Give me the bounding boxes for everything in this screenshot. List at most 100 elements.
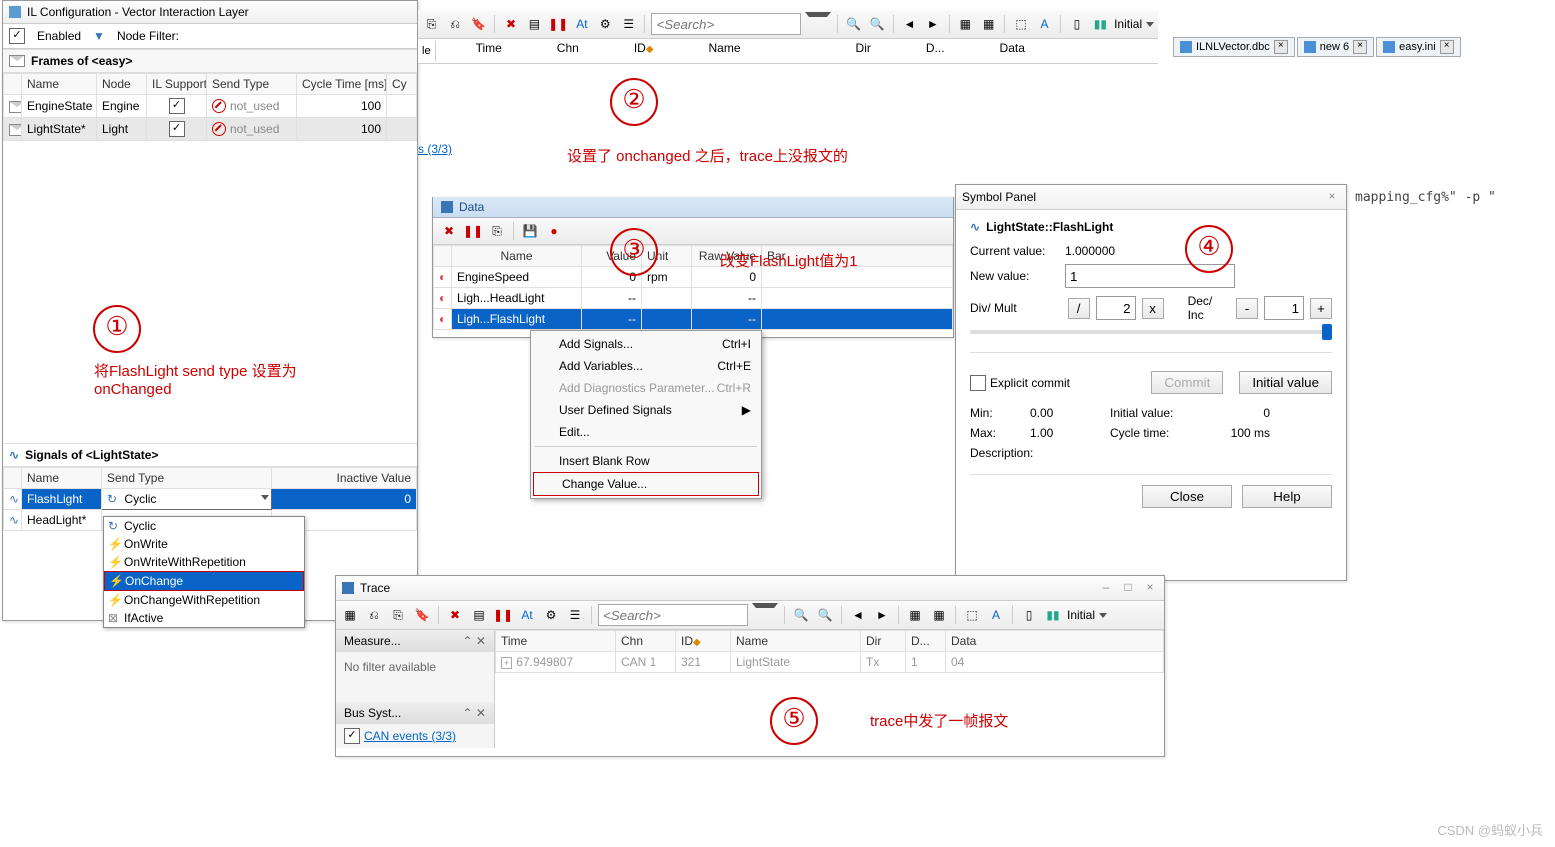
table-row[interactable]: EngineState Engine not_used 100 (4, 95, 417, 118)
sendtype-option[interactable]: ⊠IfActive (104, 609, 304, 627)
tb-icon[interactable]: ⎘ (422, 14, 441, 34)
toggle-icon[interactable]: At (572, 14, 591, 34)
col-dir[interactable]: Dir (856, 41, 871, 61)
tb-icon[interactable]: ◄ (848, 605, 868, 625)
ctx-add-signals[interactable]: Add Signals...Ctrl+I (531, 333, 761, 355)
tb-icon[interactable]: ▦ (340, 605, 360, 625)
delete-icon[interactable]: ✖ (445, 605, 465, 625)
bookmark-icon[interactable]: 🔖 (412, 605, 432, 625)
enabled-checkbox[interactable] (9, 28, 25, 44)
decinc-input[interactable] (1264, 296, 1304, 320)
col-name[interactable]: Name (731, 631, 861, 652)
copy-icon[interactable]: ⎘ (487, 221, 507, 241)
ctx-add-variables[interactable]: Add Variables...Ctrl+E (531, 355, 761, 377)
file-tab[interactable]: easy.ini× (1376, 37, 1460, 57)
sendtype-option[interactable]: ⚡OnWrite (104, 535, 304, 553)
file-tab[interactable]: ILNLVector.dbc× (1173, 37, 1295, 57)
ctx-change-value[interactable]: Change Value... (533, 472, 759, 496)
events-link[interactable]: s (3/3) (418, 142, 452, 156)
maximize-icon[interactable]: □ (1120, 580, 1136, 596)
table-row[interactable]: ◐Ligh...FlashLight---- (434, 309, 953, 330)
search-input[interactable] (651, 13, 801, 35)
record-icon[interactable]: ● (544, 221, 564, 241)
table-row[interactable]: LightState* Light not_used 100 (4, 118, 417, 141)
bussys-header[interactable]: Bus Syst...⌃ ✕ (336, 702, 494, 724)
tb-icon[interactable]: ▦ (979, 14, 998, 34)
col-d[interactable]: D... (926, 41, 945, 61)
sendtype-dropdown[interactable]: ↻Cyclic ⚡OnWrite ⚡OnWriteWithRepetition … (103, 516, 305, 628)
tb-icon[interactable]: ☰ (565, 605, 585, 625)
ctx-user-defined[interactable]: User Defined Signals▶ (531, 399, 761, 421)
close-button[interactable]: Close (1142, 485, 1232, 508)
inc-button[interactable]: + (1310, 298, 1332, 319)
close-icon[interactable]: × (1274, 40, 1288, 54)
bookmark-icon[interactable]: 🔖 (469, 14, 488, 34)
tb-icon[interactable]: ⎌ (445, 14, 464, 34)
sendtype-option-onchange[interactable]: ⚡OnChange (105, 572, 303, 590)
layout-icon[interactable]: ▯ (1067, 14, 1086, 34)
col-chn[interactable]: Chn (557, 41, 579, 61)
table-row[interactable]: ∿ FlashLight ↻ Cyclic 0 (4, 489, 417, 510)
search-dropdown[interactable] (752, 603, 778, 627)
close-icon[interactable]: × (1353, 40, 1367, 54)
tb-icon[interactable]: ▦ (956, 14, 975, 34)
col-id[interactable]: ID (634, 41, 646, 55)
find-prev-icon[interactable]: 🔍 (815, 605, 835, 625)
expand-icon[interactable]: + (501, 657, 512, 669)
tb-icon[interactable]: ► (923, 14, 942, 34)
table-row[interactable]: ◐Ligh...HeadLight---- (434, 288, 953, 309)
col-name[interactable]: Name (452, 246, 582, 267)
dropdown-icon[interactable] (1146, 22, 1154, 27)
col-data[interactable]: Data (1000, 41, 1025, 61)
sendtype-option[interactable]: ↻Cyclic (104, 517, 304, 535)
div-button[interactable]: / (1068, 298, 1090, 319)
tb-icon[interactable]: ⎘ (388, 605, 408, 625)
dec-button[interactable]: - (1236, 298, 1258, 319)
sendtype-option[interactable]: ⚡OnWriteWithRepetition (104, 553, 304, 571)
il-checkbox[interactable] (169, 121, 185, 137)
col-cy2[interactable]: Cy (387, 74, 417, 95)
find-icon[interactable]: 🔍 (844, 14, 863, 34)
col-sendtype[interactable]: Send Type (207, 74, 297, 95)
context-menu[interactable]: Add Signals...Ctrl+I Add Variables...Ctr… (530, 330, 762, 499)
font-icon[interactable]: A (986, 605, 1006, 625)
canevents-checkbox[interactable] (344, 728, 360, 744)
search-dropdown[interactable] (805, 12, 830, 36)
pause-icon[interactable]: ❚❚ (548, 14, 568, 34)
tb-icon[interactable]: ⚙ (541, 605, 561, 625)
pause-icon[interactable]: ❚❚ (463, 221, 483, 241)
tb-icon[interactable]: ▦ (929, 605, 949, 625)
filter-icon[interactable]: ▤ (525, 14, 544, 34)
col-inactive[interactable]: Inactive Value (272, 468, 417, 489)
table-row[interactable]: +67.949807 CAN 1 321 LightState Tx 1 04 (496, 652, 1164, 673)
col-data[interactable]: Data (946, 631, 1164, 652)
col-time[interactable]: Time (496, 631, 616, 652)
pause-icon[interactable]: ❚❚ (493, 605, 513, 625)
ctx-edit[interactable]: Edit... (531, 421, 761, 443)
dropdown-icon[interactable] (1099, 613, 1107, 618)
close-icon[interactable]: × (1324, 189, 1340, 205)
tb-icon[interactable]: ⎌ (364, 605, 384, 625)
col-id[interactable]: ID (681, 634, 693, 648)
layout-icon[interactable]: ▮▮ (1091, 14, 1110, 34)
col-chn[interactable]: Chn (616, 631, 676, 652)
save-icon[interactable]: 💾 (520, 221, 540, 241)
tb-icon[interactable]: ⬚ (962, 605, 982, 625)
tb-icon[interactable]: ◄ (900, 14, 919, 34)
ctx-insert-blank[interactable]: Insert Blank Row (531, 450, 761, 472)
initialvalue-button[interactable]: Initial value (1239, 371, 1332, 394)
col-sendtype[interactable]: Send Type (102, 468, 272, 489)
tb-icon[interactable]: ▦ (905, 605, 925, 625)
col-name[interactable]: Name (22, 468, 102, 489)
font-icon[interactable]: A (1035, 14, 1054, 34)
col-cycle[interactable]: Cycle Time [ms] (297, 74, 387, 95)
tb-icon[interactable]: ☰ (619, 14, 638, 34)
layout-icon[interactable]: ▮▮ (1043, 605, 1063, 625)
delete-icon[interactable]: ✖ (501, 14, 520, 34)
divmult-input[interactable] (1096, 296, 1136, 320)
tb-icon[interactable]: ⬚ (1011, 14, 1030, 34)
col-d[interactable]: D... (906, 631, 946, 652)
sendtype-option[interactable]: ⚡OnChangeWithRepetition (104, 591, 304, 609)
dropdown-icon[interactable] (261, 495, 269, 500)
col-node[interactable]: Node (97, 74, 147, 95)
